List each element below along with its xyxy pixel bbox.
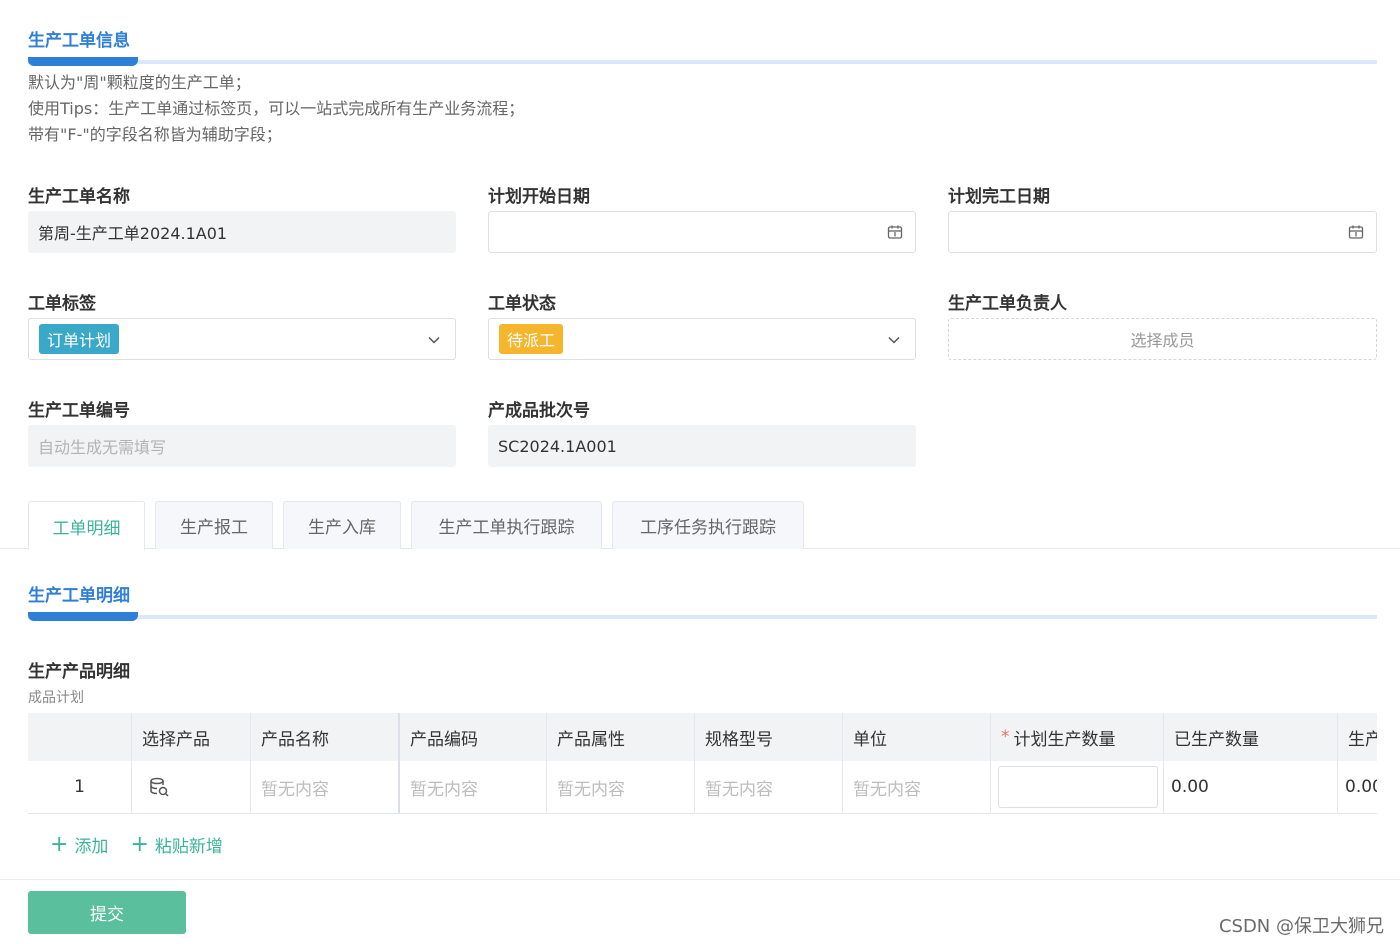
product-code-cell: 暂无内容 [398, 761, 546, 813]
label-order-status: 工单状态 [488, 294, 556, 314]
plan-start-date-input[interactable] [488, 211, 916, 253]
tab-order-tracking[interactable]: 生产工单执行跟踪 [411, 501, 602, 549]
order-status-select[interactable]: 待派工 [488, 318, 916, 360]
desc-line-1: 默认为"周"颗粒度的生产工单； [28, 73, 251, 92]
plan-qty-input[interactable] [998, 766, 1158, 808]
product-detail-title: 生产产品明细 [28, 662, 130, 682]
plus-icon: + [50, 831, 69, 857]
select-product-cell[interactable] [131, 761, 250, 813]
plan-end-date-input[interactable] [948, 211, 1377, 253]
select-member-button[interactable]: 选择成员 [948, 318, 1377, 360]
chevron-down-icon[interactable] [887, 333, 901, 347]
header-plan-qty: * 计划生产数量 [990, 713, 1163, 761]
last-cell: 0.00 [1337, 761, 1377, 813]
produced-qty-cell: 0.00 [1163, 761, 1337, 813]
section-title-underline [28, 57, 1377, 66]
tab-order-detail[interactable]: 工单明细 [28, 501, 145, 550]
desc-line-2: 使用Tips：生产工单通过标签页，可以一站式完成所有生产业务流程； [28, 99, 525, 118]
paste-add-button[interactable]: + 粘贴新增 [130, 832, 222, 857]
section-title-order-info: 生产工单信息 [28, 31, 130, 51]
unit-cell: 暂无内容 [842, 761, 990, 813]
submit-button[interactable]: 提交 [28, 891, 186, 934]
label-order-name: 生产工单名称 [28, 187, 130, 207]
header-index [28, 713, 131, 761]
order-no-field: 自动生成无需填写 [28, 425, 456, 467]
header-product-attr: 产品属性 [546, 713, 694, 761]
section-title-underline [28, 612, 1377, 621]
add-row-label: 添加 [74, 837, 109, 857]
product-detail-desc: 成品计划 [28, 690, 84, 706]
chevron-down-icon[interactable] [427, 333, 441, 347]
label-order-tag: 工单标签 [28, 294, 96, 314]
label-plan-end: 计划完工日期 [948, 187, 1050, 207]
header-plan-qty-label: 计划生产数量 [1013, 729, 1116, 750]
database-icon[interactable] [148, 776, 170, 798]
table-row: 1 暂无内容 暂无内容 暂无内容 暂无内容 暂无内容 0.00 0.00 [28, 761, 1377, 813]
header-spec-model: 规格型号 [694, 713, 842, 761]
add-row-button[interactable]: + 添加 [50, 832, 108, 857]
tab-production-stock-in[interactable]: 生产入库 [283, 501, 401, 549]
batch-no-field: SC2024.1A001 [488, 425, 916, 467]
label-order-no: 生产工单编号 [28, 401, 130, 421]
product-attr-cell: 暂无内容 [546, 761, 694, 813]
header-last: 生产 [1337, 713, 1377, 761]
header-unit: 单位 [842, 713, 990, 761]
row-index: 1 [74, 777, 85, 797]
calendar-icon[interactable] [1348, 224, 1364, 240]
tab-production-report[interactable]: 生产报工 [155, 501, 273, 549]
header-produced-qty: 已生产数量 [1163, 713, 1337, 761]
footer-divider [0, 879, 1400, 880]
label-plan-start: 计划开始日期 [488, 187, 590, 207]
table-header: 选择产品 产品名称 产品编码 产品属性 规格型号 单位 * 计划生产数量 已生产… [28, 713, 1377, 761]
order-tag-chip: 订单计划 [39, 324, 120, 354]
tab-process-tracking[interactable]: 工序任务执行跟踪 [612, 501, 804, 549]
label-batch-no: 产成品批次号 [488, 401, 590, 421]
order-status-chip: 待派工 [499, 324, 564, 354]
paste-add-label: 粘贴新增 [154, 837, 223, 857]
calendar-icon[interactable] [887, 224, 903, 240]
order-tag-select[interactable]: 订单计划 [28, 318, 456, 360]
spec-model-cell: 暂无内容 [694, 761, 842, 813]
header-product-name: 产品名称 [250, 713, 398, 761]
section-title-order-detail: 生产工单明细 [28, 586, 130, 606]
label-owner: 生产工单负责人 [948, 294, 1067, 314]
section-description: 默认为"周"颗粒度的生产工单； 使用Tips：生产工单通过标签页，可以一站式完成… [28, 70, 524, 148]
plus-icon: + [130, 831, 149, 857]
header-select-product: 选择产品 [131, 713, 250, 761]
table-actions: + 添加 + 粘贴新增 [50, 832, 223, 857]
order-name-field: 第周-生产工单2024.1A01 [28, 211, 456, 253]
plan-qty-cell [990, 761, 1163, 813]
header-product-code: 产品编码 [398, 713, 546, 761]
desc-line-3: 带有"F-"的字段名称皆为辅助字段； [28, 125, 282, 144]
product-name-cell: 暂无内容 [250, 761, 398, 813]
tab-bar: 工单明细 生产报工 生产入库 生产工单执行跟踪 工序任务执行跟踪 [28, 501, 804, 550]
product-table: 选择产品 产品名称 产品编码 产品属性 规格型号 单位 * 计划生产数量 已生产… [28, 713, 1377, 814]
watermark: CSDN @保卫大狮兄 [1218, 916, 1384, 937]
required-marker: * [1001, 727, 1010, 747]
